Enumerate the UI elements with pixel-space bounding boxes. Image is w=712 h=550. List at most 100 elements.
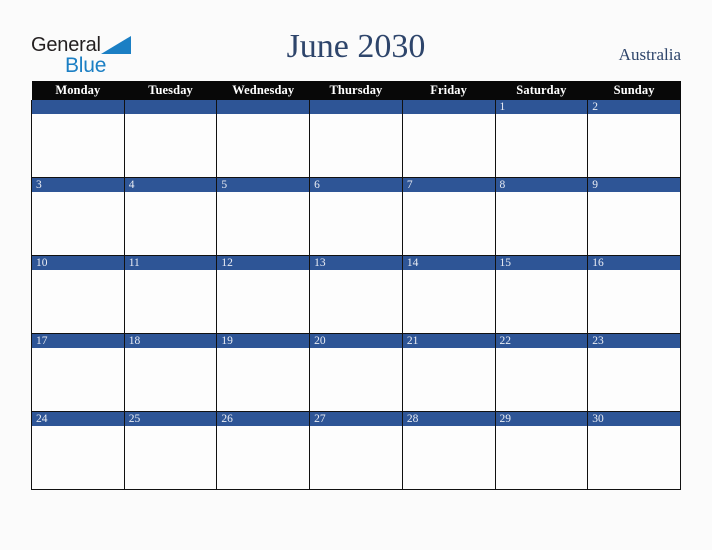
day-events-area[interactable]	[32, 270, 124, 333]
day-events-area[interactable]	[124, 192, 217, 255]
calendar-week-row: 3456789	[31, 177, 681, 256]
calendar-day-cell[interactable]	[309, 100, 403, 178]
day-events-area[interactable]	[32, 192, 124, 255]
day-cell-inner: 10	[32, 256, 124, 333]
day-events-area[interactable]	[402, 348, 495, 411]
day-events-area[interactable]	[32, 426, 124, 489]
calendar-day-cell[interactable]: 29	[494, 411, 589, 490]
calendar-day-cell[interactable]: 1	[494, 100, 589, 178]
day-cell-inner: 2	[588, 100, 680, 177]
calendar-day-cell[interactable]: 17	[31, 333, 125, 412]
day-events-area[interactable]	[124, 270, 217, 333]
day-number: 19	[217, 334, 310, 348]
day-cell-inner: 27	[310, 412, 402, 489]
day-cell-inner	[310, 100, 402, 177]
day-number: 2	[588, 100, 680, 114]
calendar-day-cell[interactable]: 11	[123, 255, 218, 334]
day-events-area[interactable]	[217, 192, 310, 255]
country-label: Australia	[618, 45, 681, 64]
day-events-area[interactable]	[124, 114, 217, 177]
day-events-area[interactable]	[495, 270, 588, 333]
calendar-body: 1 2 3 4 5 6 7 8 9 10 11 12 13 14 15 16 17 18 19 20 21 22 23 24 2…	[31, 100, 681, 490]
day-number: 17	[32, 334, 124, 348]
calendar-day-cell[interactable]	[123, 100, 218, 178]
day-number: 28	[402, 412, 495, 426]
page-header: General Blue June 2030 Australia	[0, 0, 712, 80]
calendar-day-cell[interactable]	[216, 100, 311, 178]
day-events-area[interactable]	[588, 348, 680, 411]
calendar-day-cell[interactable]: 14	[401, 255, 496, 334]
calendar-day-cell[interactable]: 6	[309, 177, 403, 256]
page-title: June 2030	[286, 28, 426, 65]
calendar-day-cell[interactable]: 12	[216, 255, 311, 334]
calendar-day-cell[interactable]: 28	[401, 411, 496, 490]
calendar-day-cell[interactable]: 19	[216, 333, 311, 412]
calendar-day-cell[interactable]: 8	[494, 177, 589, 256]
day-events-area[interactable]	[495, 192, 588, 255]
weekday-header-monday: Monday	[31, 81, 125, 100]
calendar-day-cell[interactable]: 27	[309, 411, 403, 490]
day-cell-inner: 1	[495, 100, 588, 177]
day-number: 26	[217, 412, 310, 426]
calendar-day-cell[interactable]: 25	[123, 411, 218, 490]
day-number: 9	[588, 178, 680, 192]
calendar-day-cell[interactable]: 5	[216, 177, 311, 256]
calendar-day-cell[interactable]: 3	[31, 177, 125, 256]
day-events-area[interactable]	[588, 426, 680, 489]
day-number: 1	[495, 100, 588, 114]
day-events-area[interactable]	[402, 114, 495, 177]
day-events-area[interactable]	[310, 426, 402, 489]
day-cell-inner: 20	[310, 334, 402, 411]
calendar-day-cell[interactable]: 20	[309, 333, 403, 412]
day-events-area[interactable]	[32, 348, 124, 411]
calendar-day-cell[interactable]: 22	[494, 333, 589, 412]
day-events-area[interactable]	[310, 270, 402, 333]
calendar-day-cell[interactable]	[401, 100, 496, 178]
calendar-day-cell[interactable]: 10	[31, 255, 125, 334]
calendar-day-cell[interactable]	[31, 100, 125, 178]
day-events-area[interactable]	[310, 192, 402, 255]
calendar-day-cell[interactable]: 2	[587, 100, 681, 178]
calendar-day-cell[interactable]: 7	[401, 177, 496, 256]
day-events-area[interactable]	[217, 270, 310, 333]
day-events-area[interactable]	[495, 114, 588, 177]
day-cell-inner: 24	[32, 412, 124, 489]
day-events-area[interactable]	[495, 348, 588, 411]
day-events-area[interactable]	[217, 114, 310, 177]
calendar-day-cell[interactable]: 15	[494, 255, 589, 334]
calendar-day-cell[interactable]: 21	[401, 333, 496, 412]
day-cell-inner: 6	[310, 178, 402, 255]
calendar-day-cell[interactable]: 16	[587, 255, 681, 334]
day-number: 25	[124, 412, 217, 426]
day-events-area[interactable]	[124, 426, 217, 489]
day-cell-inner: 11	[124, 256, 217, 333]
day-events-area[interactable]	[588, 192, 680, 255]
day-events-area[interactable]	[588, 270, 680, 333]
calendar-day-cell[interactable]: 9	[587, 177, 681, 256]
calendar-day-cell[interactable]: 24	[31, 411, 125, 490]
day-number: 4	[124, 178, 217, 192]
day-cell-inner	[217, 100, 310, 177]
day-events-area[interactable]	[217, 426, 310, 489]
day-events-area[interactable]	[217, 348, 310, 411]
day-events-area[interactable]	[32, 114, 124, 177]
calendar-day-cell[interactable]: 13	[309, 255, 403, 334]
day-number: 23	[588, 334, 680, 348]
day-events-area[interactable]	[310, 114, 402, 177]
day-events-area[interactable]	[588, 114, 680, 177]
calendar-day-cell[interactable]: 18	[123, 333, 218, 412]
day-number: 13	[310, 256, 402, 270]
day-events-area[interactable]	[124, 348, 217, 411]
day-events-area[interactable]	[495, 426, 588, 489]
day-events-area[interactable]	[402, 426, 495, 489]
day-cell-inner: 18	[124, 334, 217, 411]
day-events-area[interactable]	[402, 270, 495, 333]
day-events-area[interactable]	[310, 348, 402, 411]
day-events-area[interactable]	[402, 192, 495, 255]
calendar-day-cell[interactable]: 23	[587, 333, 681, 412]
calendar-day-cell[interactable]: 30	[587, 411, 681, 490]
calendar-day-cell[interactable]: 4	[123, 177, 218, 256]
day-number: 18	[124, 334, 217, 348]
calendar-day-cell[interactable]: 26	[216, 411, 311, 490]
calendar-week-row: 10 11 12 13 14 15 16	[31, 255, 681, 334]
